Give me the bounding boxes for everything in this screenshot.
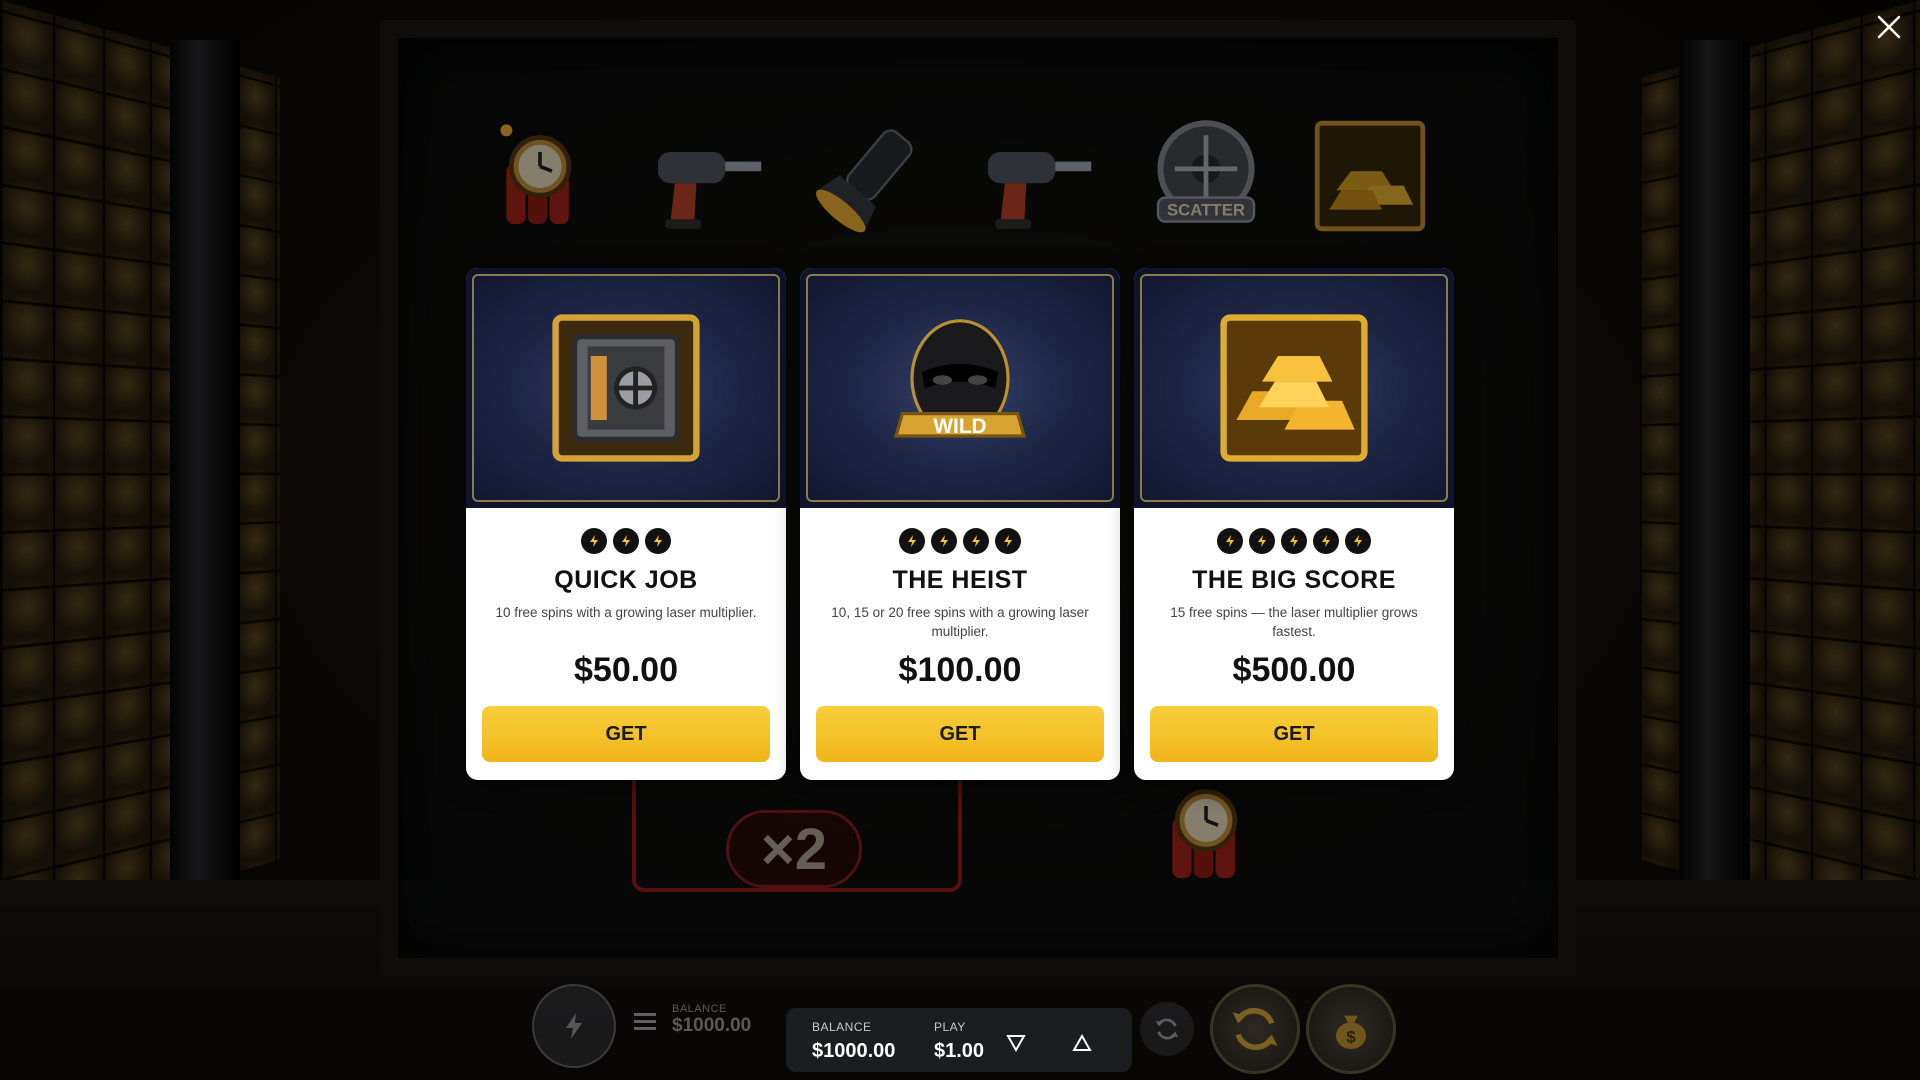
money-bag-icon: $ bbox=[1336, 1015, 1366, 1049]
tier-bolts bbox=[1134, 528, 1454, 554]
offer-title: THE HEIST bbox=[892, 566, 1028, 594]
get-button-the-big-score[interactable]: GET bbox=[1150, 706, 1438, 762]
close-icon bbox=[1877, 15, 1901, 39]
menu-button[interactable] bbox=[634, 1012, 656, 1037]
offer-title: THE BIG SCORE bbox=[1192, 566, 1396, 594]
offer-art bbox=[1134, 268, 1454, 508]
tier-bolts bbox=[466, 528, 786, 554]
buy-bonus-button[interactable]: $ bbox=[1306, 984, 1396, 1074]
lightning-bolt-icon bbox=[566, 1013, 582, 1039]
safe-icon bbox=[552, 314, 700, 462]
turbo-button[interactable] bbox=[532, 984, 616, 1068]
wild-thief-icon: WILD bbox=[893, 319, 1027, 438]
spin-arrows-icon bbox=[1232, 1007, 1278, 1051]
lightning-bolt-icon bbox=[1249, 528, 1275, 554]
hamburger-menu-icon bbox=[634, 1013, 656, 1030]
offer-art bbox=[466, 268, 786, 508]
triangle-up-icon bbox=[1072, 1033, 1092, 1051]
lightning-bolt-icon bbox=[645, 528, 671, 554]
offer-title: QUICK JOB bbox=[554, 566, 698, 594]
lightning-bolt-icon bbox=[931, 528, 957, 554]
play-value: $1.00 bbox=[934, 1040, 985, 1062]
balance-value: $1000.00 bbox=[812, 1040, 896, 1062]
lightning-bolt-icon bbox=[1313, 528, 1339, 554]
offer-price: $100.00 bbox=[898, 651, 1022, 689]
svg-text:WILD: WILD bbox=[933, 415, 986, 438]
get-button-the-heist[interactable]: GET bbox=[816, 706, 1104, 762]
lightning-bolt-icon bbox=[613, 528, 639, 554]
offer-art: WILD bbox=[800, 268, 1120, 508]
background-balance: BALANCE $1000.00 bbox=[672, 1003, 751, 1037]
lightning-bolt-icon bbox=[1345, 528, 1371, 554]
lightning-bolt-icon bbox=[581, 528, 607, 554]
gold-bars-icon bbox=[1220, 314, 1368, 462]
svg-text:$: $ bbox=[1346, 1027, 1356, 1046]
spin-button[interactable] bbox=[1210, 984, 1300, 1074]
offer-description: 10 free spins with a growing laser multi… bbox=[495, 605, 757, 620]
offer-card-the-heist: WILD THE HEIST 10, 15 or 20 free spins w… bbox=[800, 268, 1120, 780]
offer-card-quick-job: QUICK JOB 10 free spins with a growing l… bbox=[466, 268, 786, 780]
lightning-bolt-icon bbox=[899, 528, 925, 554]
lightning-bolt-icon bbox=[1217, 528, 1243, 554]
triangle-down-icon bbox=[1006, 1035, 1026, 1053]
lightning-bolt-icon bbox=[963, 528, 989, 554]
offer-card-the-big-score: THE BIG SCORE 15 free spins — the laser … bbox=[1134, 268, 1454, 780]
offer-description: 10, 15 or 20 free spins with a growing l… bbox=[831, 605, 1089, 639]
autoplay-button[interactable] bbox=[1140, 1002, 1194, 1056]
lightning-bolt-icon bbox=[1281, 528, 1307, 554]
tier-bolts bbox=[800, 528, 1120, 554]
bonus-buy-offers: QUICK JOB 10 free spins with a growing l… bbox=[466, 268, 1454, 780]
play-label: PLAY bbox=[934, 1020, 966, 1034]
close-button[interactable] bbox=[1872, 10, 1906, 44]
increase-bet-button[interactable] bbox=[1070, 1030, 1094, 1054]
balance-label: BALANCE bbox=[812, 1020, 872, 1034]
get-button-quick-job[interactable]: GET bbox=[482, 706, 770, 762]
offer-description: 15 free spins — the laser multiplier gro… bbox=[1170, 605, 1418, 639]
balance-value: $1000.00 bbox=[672, 1015, 752, 1036]
balance-label: BALANCE bbox=[672, 1003, 727, 1015]
lightning-bolt-icon bbox=[995, 528, 1021, 554]
refresh-icon bbox=[1155, 1018, 1179, 1040]
decrease-bet-button[interactable] bbox=[1004, 1030, 1028, 1054]
bet-panel: BALANCE $1000.00 PLAY $1.00 bbox=[786, 1008, 1132, 1072]
offer-price: $500.00 bbox=[1232, 651, 1356, 689]
offer-price: $50.00 bbox=[574, 651, 678, 689]
